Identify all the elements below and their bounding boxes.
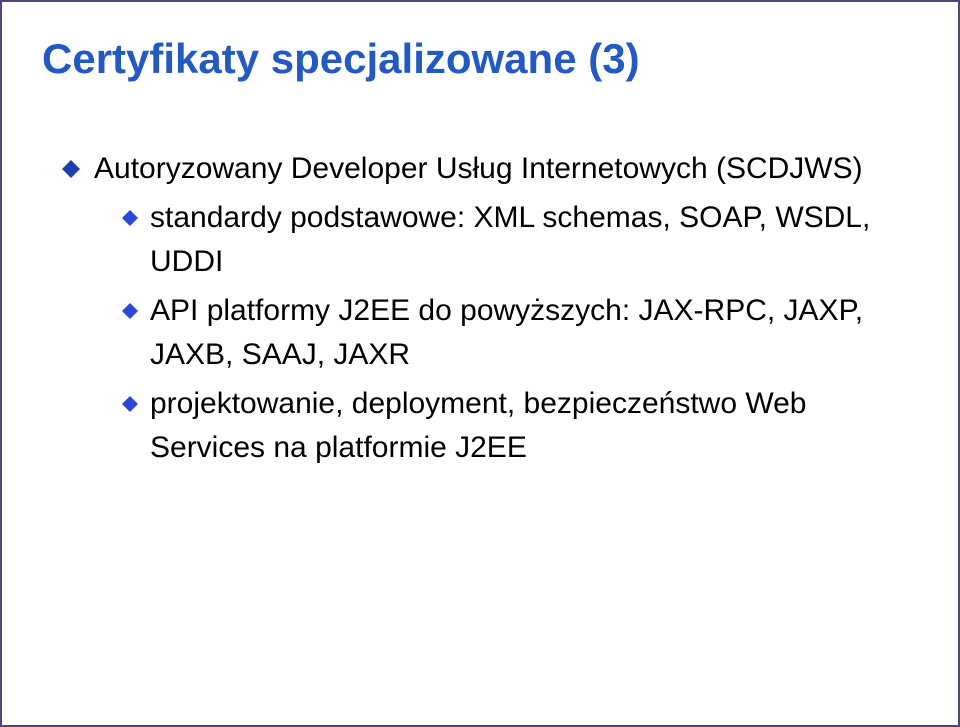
diamond-icon xyxy=(122,303,138,319)
bullet-text: Autoryzowany Developer Usług Internetowy… xyxy=(94,147,918,191)
bullet-text: standardy podstawowe: XML schemas, SOAP,… xyxy=(150,196,918,283)
slide-title: Certyfikaty specjalizowane (3) xyxy=(42,32,918,87)
slide: Certyfikaty specjalizowane (3) Autoryzow… xyxy=(0,0,960,727)
diamond-icon xyxy=(122,210,138,226)
diamond-icon xyxy=(62,160,80,178)
diamond-icon xyxy=(122,396,138,412)
bullet-level1: Autoryzowany Developer Usług Internetowy… xyxy=(62,147,918,191)
bullet-level2: API platformy J2EE do powyższych: JAX-RP… xyxy=(122,289,918,376)
bullet-level2: standardy podstawowe: XML schemas, SOAP,… xyxy=(122,196,918,283)
bullet-text: projektowanie, deployment, bezpieczeństw… xyxy=(150,382,918,469)
bullet-level2: projektowanie, deployment, bezpieczeństw… xyxy=(122,382,918,469)
bullet-text: API platformy J2EE do powyższych: JAX-RP… xyxy=(150,289,918,376)
slide-content: Autoryzowany Developer Usług Internetowy… xyxy=(42,147,918,470)
